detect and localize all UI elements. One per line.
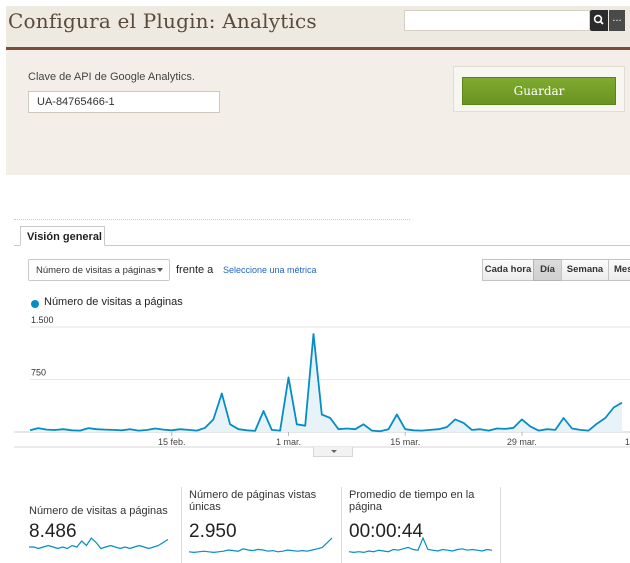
api-key-field[interactable] [28, 91, 220, 113]
chevron-down-icon [331, 450, 337, 453]
granularity-hour-button[interactable]: Cada hora [482, 259, 534, 281]
stat-value-avg-time: 00:00:44 [349, 521, 423, 542]
more-button[interactable]: ... [609, 10, 625, 31]
stat-label-unique-pageviews: Número de páginas vistas únicas [189, 489, 317, 513]
y-tick-label: 1.500 [31, 315, 54, 325]
save-button[interactable]: Guardar [462, 77, 616, 105]
page-title: Configura el Plugin: Analytics [8, 9, 317, 33]
x-tick-label: 1 mar. [276, 437, 301, 447]
x-tick-label: 29 mar. [507, 437, 537, 447]
search-input[interactable] [404, 10, 590, 31]
search-icon [593, 14, 604, 25]
embed-divider [14, 219, 410, 220]
x-tick-label: 12 abr. [625, 437, 630, 447]
chevron-down-icon [157, 268, 163, 272]
stat-divider [181, 487, 182, 563]
stat-divider [500, 487, 501, 563]
select-metric-link[interactable]: Seleccione una métrica [223, 265, 317, 275]
y-tick-label: 750 [31, 368, 46, 378]
granularity-week-button[interactable]: Semana [561, 259, 609, 281]
x-tick-label: 15 mar. [390, 437, 420, 447]
stat-value-unique-pageviews: 2.950 [189, 521, 237, 542]
stat-divider [341, 487, 342, 563]
chart-range-handle[interactable] [313, 447, 353, 457]
granularity-day-button[interactable]: Día [533, 259, 562, 281]
stat-label-pageviews: Número de visitas a páginas [29, 505, 168, 517]
stat-value-pageviews: 8.486 [29, 521, 77, 542]
granularity-month-button[interactable]: Mes [608, 259, 630, 281]
compare-label: frente a [176, 264, 214, 276]
legend-label: Número de visitas a páginas [44, 296, 183, 308]
x-tick-label: 15 feb. [158, 437, 186, 447]
tab-underline [14, 245, 630, 246]
metric-dropdown[interactable]: Número de visitas a páginas [28, 259, 170, 281]
stat-label-avg-time: Promedio de tiempo en la página [349, 489, 475, 513]
api-key-label: Clave de API de Google Analytics. [28, 71, 195, 83]
search-button[interactable] [590, 10, 608, 31]
metric-dropdown-value: Número de visitas a páginas [36, 265, 156, 276]
series-line [29, 333, 623, 433]
legend-marker [31, 300, 39, 308]
tab-overview[interactable]: Visión general [20, 226, 105, 246]
series-area [30, 334, 622, 432]
